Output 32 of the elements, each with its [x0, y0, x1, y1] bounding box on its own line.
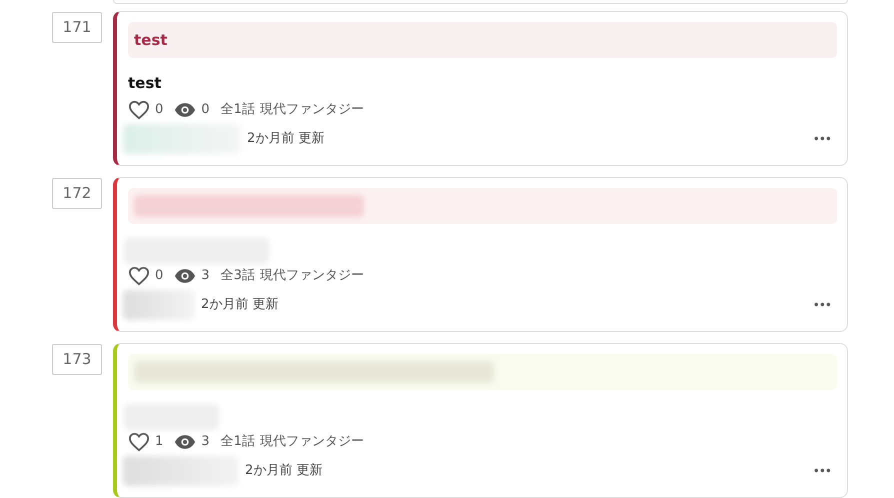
episode-count: 全1話 [220, 101, 255, 120]
view-count: 3 [201, 433, 210, 452]
like-count: 0 [155, 101, 164, 120]
view-count: 3 [201, 267, 210, 286]
work-title[interactable]: test [128, 72, 837, 94]
eye-icon [174, 269, 196, 283]
heart-icon[interactable] [128, 100, 150, 120]
rank-number: 173 [52, 344, 102, 375]
more-button[interactable]: ••• [812, 296, 837, 314]
genre-label: 現代ファンタジー [260, 101, 364, 120]
episode-count: 全1話 [220, 433, 255, 452]
work-card[interactable]: 1 3 全1話 現代ファンタジー 2か月前 更新 ••• [113, 343, 848, 498]
work-card[interactable]: test test 0 0 全1話 現代ファンタジー 2か月前 更新 ••• [113, 11, 848, 166]
updated-time: 2か月前 更新 [247, 130, 324, 148]
episode-count: 全3話 [220, 267, 255, 286]
like-count: 0 [155, 267, 164, 286]
heart-icon[interactable] [128, 266, 150, 286]
work-card[interactable]: 0 3 全3話 現代ファンタジー 2か月前 更新 ••• [113, 177, 848, 332]
updated-time: 2か月前 更新 [201, 296, 278, 314]
updated-time: 2か月前 更新 [245, 462, 322, 480]
tag-label: test [134, 30, 168, 51]
rank-number: 171 [52, 12, 102, 43]
genre-label: 現代ファンタジー [260, 433, 364, 452]
view-count: 0 [201, 101, 210, 120]
heart-icon[interactable] [128, 432, 150, 452]
genre-label: 現代ファンタジー [260, 267, 364, 286]
like-count: 1 [155, 433, 164, 452]
eye-icon [174, 103, 196, 117]
rank-number: 172 [52, 178, 102, 209]
eye-icon [174, 435, 196, 449]
more-button[interactable]: ••• [812, 130, 837, 148]
more-button[interactable]: ••• [812, 462, 837, 480]
